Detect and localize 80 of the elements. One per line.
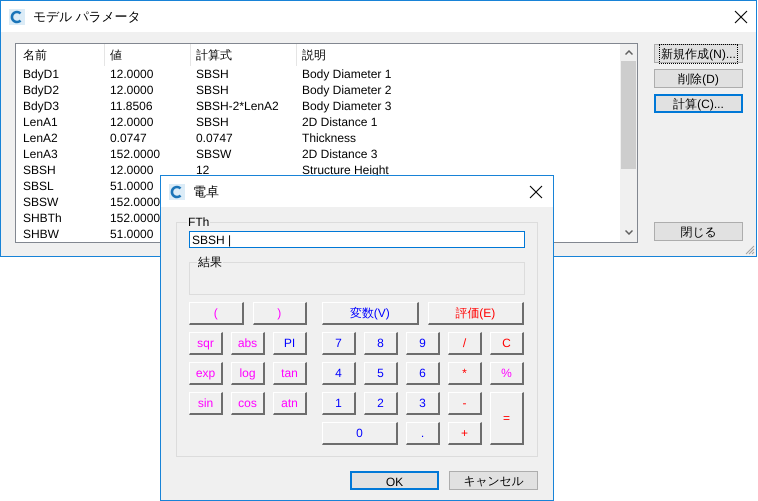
column-label: 計算式: [196, 47, 232, 64]
table-cell: 12: [196, 163, 210, 177]
calculator-key[interactable]: 評価(E): [428, 302, 524, 325]
dialog-button[interactable]: 削除(D): [654, 69, 743, 88]
table-cell: 2D Distance 1: [302, 115, 378, 129]
table-cell: Structure Height: [302, 163, 389, 177]
group-label: 結果: [197, 254, 223, 271]
table-cell: Body Diameter 1: [302, 67, 392, 81]
table-cell: SBSH-2*LenA2: [196, 99, 279, 113]
table-cell: SBSW: [23, 195, 58, 209]
calculator-key[interactable]: 0: [322, 422, 398, 445]
calculator-key[interactable]: .: [406, 422, 440, 445]
table-cell: SBSH: [196, 67, 229, 81]
table-cell: 152.0000: [110, 147, 160, 161]
table-cell: SHBTh: [23, 211, 62, 225]
table-cell: LenA1: [23, 115, 58, 129]
table-cell: BdyD1: [23, 67, 60, 81]
table-cell: LenA2: [23, 131, 58, 145]
calculator-key[interactable]: 2: [364, 392, 398, 415]
calculator-key[interactable]: C: [490, 332, 524, 355]
column-label: 値: [110, 47, 122, 64]
table-cell: Body Diameter 3: [302, 99, 392, 113]
table-cell: SBSH: [196, 83, 229, 97]
calculator-key[interactable]: *: [448, 362, 482, 385]
scrollbar[interactable]: [620, 44, 637, 242]
table-cell: Body Diameter 2: [302, 83, 392, 97]
resize-grip-icon[interactable]: [744, 244, 755, 255]
table-cell: 12.0000: [110, 83, 154, 97]
calculator-key[interactable]: 1: [322, 392, 356, 415]
group-label: FTh: [187, 214, 210, 231]
scroll-thumb[interactable]: [621, 61, 636, 169]
table-cell: BdyD3: [23, 99, 60, 113]
table-cell: BdyD2: [23, 83, 60, 97]
dialog-button[interactable]: OK: [350, 471, 439, 490]
table-cell: 152.0000: [110, 211, 160, 225]
dialog-button[interactable]: 計算(C)...: [654, 94, 743, 113]
calculator-key[interactable]: 4: [322, 362, 356, 385]
window-title: モデル パラメータ: [33, 8, 141, 26]
calculator-key[interactable]: -: [448, 392, 482, 415]
calculator-key[interactable]: 5: [364, 362, 398, 385]
table-cell: SHBW: [23, 227, 59, 241]
calculator-key[interactable]: /: [448, 332, 482, 355]
table-cell: 12.0000: [110, 163, 154, 177]
table-cell: 11.8506: [110, 99, 152, 113]
scroll-up-icon[interactable]: [624, 50, 632, 55]
calculator-key[interactable]: +: [448, 422, 482, 445]
calculator-key[interactable]: 6: [406, 362, 440, 385]
table-cell: SBSH: [196, 115, 229, 129]
scroll-down-icon[interactable]: [624, 230, 632, 235]
table-cell: Thickness: [302, 131, 356, 145]
dialog-button[interactable]: 新規作成(N)...: [654, 44, 743, 63]
calculator-key[interactable]: 9: [406, 332, 440, 355]
calculator-key[interactable]: =: [490, 392, 524, 445]
close-button[interactable]: 閉じる: [654, 222, 743, 241]
calculator-key[interactable]: 3: [406, 392, 440, 415]
table-cell: SBSL: [23, 179, 54, 193]
app-logo-icon: [9, 8, 25, 24]
table-cell: 51.0000: [110, 227, 154, 241]
calculator-key[interactable]: 7: [322, 332, 356, 355]
table-cell: LenA3: [23, 147, 58, 161]
table-cell: 152.0000: [110, 195, 160, 209]
expression-field[interactable]: SBSH |: [189, 231, 525, 248]
calculator-key[interactable]: 変数(V): [322, 302, 418, 325]
table-cell: 2D Distance 3: [302, 147, 378, 161]
table-cell: 12.0000: [110, 67, 154, 81]
dialog-title: 電卓: [193, 182, 219, 201]
column-label: 説明: [302, 47, 326, 64]
close-icon[interactable]: [734, 10, 748, 24]
table-cell: 0.0747: [196, 131, 233, 145]
dialog-button[interactable]: キャンセル: [449, 471, 538, 490]
table-cell: SBSH: [23, 163, 56, 177]
calculator-key[interactable]: 8: [364, 332, 398, 355]
column-label: 名前: [23, 47, 47, 64]
table-cell: 0.0747: [110, 131, 147, 145]
app-logo-icon: [169, 184, 185, 200]
calculator-key[interactable]: PI: [273, 332, 307, 355]
close-icon[interactable]: [529, 184, 543, 198]
table-cell: 51.0000: [110, 179, 154, 193]
table-cell: 12.0000: [110, 115, 154, 129]
table-cell: SBSW: [196, 147, 232, 161]
